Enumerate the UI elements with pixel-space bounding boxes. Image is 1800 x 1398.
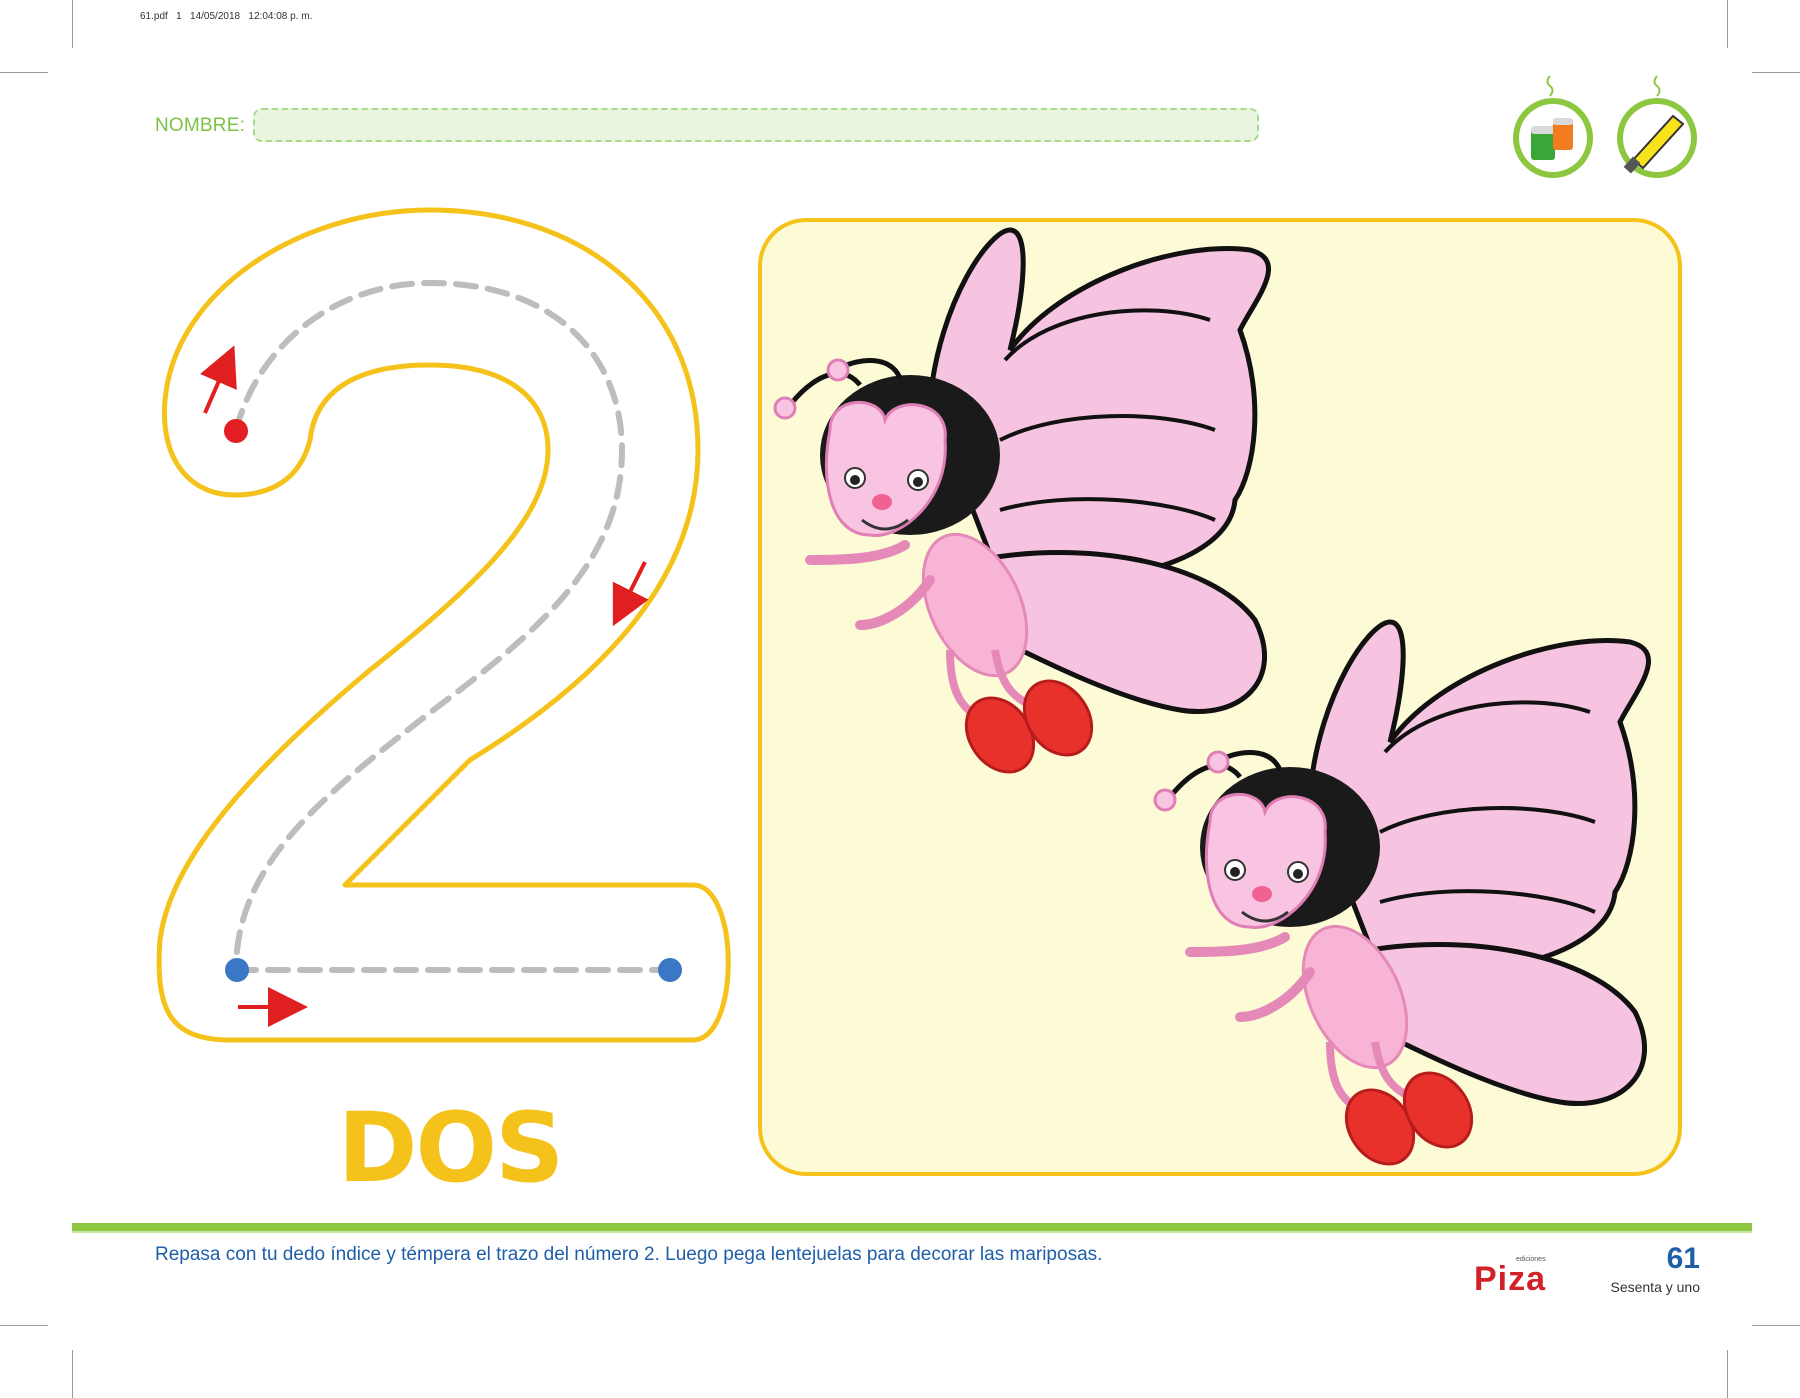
number-word: DOS <box>337 1092 564 1204</box>
start-dot <box>224 419 248 443</box>
artwork <box>156 207 1682 1176</box>
logo-word: Piza <box>1474 1260 1547 1298</box>
publisher-logo: ediciones Piza <box>1472 1256 1564 1298</box>
corner-dot <box>225 958 249 982</box>
end-dot <box>658 958 682 982</box>
page-number-words: Sesenta y uno <box>1610 1279 1700 1295</box>
page-number: 61 <box>1666 1242 1700 1275</box>
instruction-text: Repasa con tu dedo índice y témpera el t… <box>155 1244 1103 1265</box>
footer-divider <box>72 1223 1752 1231</box>
footer-divider-shadow <box>72 1231 1752 1233</box>
